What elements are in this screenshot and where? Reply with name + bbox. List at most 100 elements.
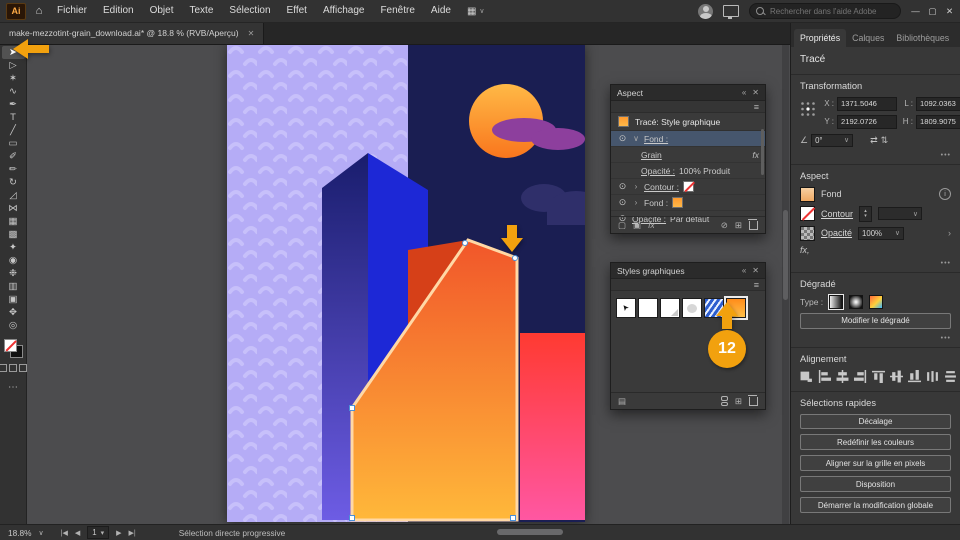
visibility-eye-icon[interactable]: ⊙ xyxy=(617,133,628,144)
menu-fichier[interactable]: Fichier xyxy=(49,0,95,22)
panel-menu-icon[interactable]: ≡ xyxy=(754,102,759,112)
appearance-row-stroke[interactable]: ⊙ › Contour : xyxy=(611,179,765,195)
canvas-vscrollbar-thumb[interactable] xyxy=(783,210,788,300)
rotation-angle-combo[interactable]: 0° ∨ xyxy=(811,133,854,147)
arrange-button[interactable]: Disposition xyxy=(800,476,951,493)
distribute-horizontal-icon[interactable] xyxy=(926,370,939,383)
blend-tool[interactable]: ◉ xyxy=(2,254,25,267)
expand-chevron-icon[interactable]: › xyxy=(632,198,640,207)
radial-gradient-icon[interactable] xyxy=(849,294,864,309)
tab-proprietes[interactable]: Propriétés xyxy=(794,29,847,47)
align-to-selection-icon[interactable] xyxy=(800,370,813,383)
graphic-style-swatch-1[interactable]: ➤ xyxy=(616,298,636,318)
help-search[interactable] xyxy=(749,3,901,19)
mesh-tool[interactable]: ▦ xyxy=(2,215,25,228)
fill-stroke-indicator[interactable] xyxy=(3,339,23,358)
type-tool[interactable]: T xyxy=(2,111,25,124)
add-effect-icon[interactable]: fx xyxy=(648,220,655,230)
graphic-style-swatch-4[interactable] xyxy=(682,298,702,318)
align-center-icon[interactable] xyxy=(836,369,849,383)
info-icon[interactable]: i xyxy=(939,188,951,201)
more-options-icon[interactable]: ••• xyxy=(800,152,951,159)
fill-orange-swatch[interactable] xyxy=(672,197,684,208)
fill-swatch[interactable] xyxy=(3,339,17,352)
previous-artboard-icon[interactable]: ◀ xyxy=(75,529,80,537)
monitor-icon[interactable] xyxy=(723,5,739,19)
paintbrush-tool[interactable]: ✐ xyxy=(2,150,25,163)
recolor-button[interactable]: Redéfinir les couleurs xyxy=(800,434,951,451)
maximize-button[interactable]: ▢ xyxy=(926,6,939,17)
menu-texte[interactable]: Texte xyxy=(182,0,222,22)
draw-inside-icon[interactable] xyxy=(19,364,27,372)
symbol-sprayer-tool[interactable]: ❉ xyxy=(2,267,25,280)
last-artboard-icon[interactable]: ▶| xyxy=(129,529,136,537)
align-left-icon[interactable] xyxy=(818,369,831,383)
graphic-style-swatch-2[interactable] xyxy=(638,298,658,318)
panel-menu-icon[interactable]: ≡ xyxy=(754,280,759,290)
scale-tool[interactable]: ◿ xyxy=(2,189,25,202)
stroke-weight-stepper[interactable]: ▴ ▾ xyxy=(859,205,873,222)
next-artboard-icon[interactable]: ▶ xyxy=(116,529,121,537)
account-avatar[interactable] xyxy=(698,3,713,19)
hand-tool[interactable]: ✥ xyxy=(2,306,25,319)
close-panel-icon[interactable]: ✕ xyxy=(752,88,759,97)
menu-effet[interactable]: Effet xyxy=(279,0,315,22)
appearance-row-grain-effect[interactable]: Grain fx xyxy=(611,147,765,163)
collapse-panel-icon[interactable]: « xyxy=(742,266,746,275)
flip-vertical-icon[interactable]: ⇅ xyxy=(881,135,889,146)
home-icon[interactable]: ⌂ xyxy=(29,5,49,17)
distribute-vertical-icon[interactable] xyxy=(944,370,957,383)
eyedropper-tool[interactable]: ✦ xyxy=(2,241,25,254)
visibility-eye-icon[interactable]: ⊙ xyxy=(617,197,628,208)
visibility-eye-icon[interactable]: ⊙ xyxy=(617,181,628,192)
draw-behind-icon[interactable] xyxy=(9,364,17,372)
draw-normal-icon[interactable] xyxy=(0,364,7,372)
x-input[interactable] xyxy=(837,96,897,111)
duplicate-item-icon[interactable]: ⊞ xyxy=(735,220,742,231)
clear-appearance-icon[interactable]: ⊘ xyxy=(721,220,728,231)
chevron-right-icon[interactable]: › xyxy=(948,228,951,238)
align-bottom-icon[interactable] xyxy=(908,369,921,383)
zoom-level[interactable]: 18.8% xyxy=(8,528,32,538)
width-tool[interactable]: ⋈ xyxy=(2,202,25,215)
graphic-style-swatch-3[interactable] xyxy=(660,298,680,318)
close-document-icon[interactable]: ✕ xyxy=(248,29,255,38)
reference-point-locator[interactable] xyxy=(800,101,816,117)
artboard-tool[interactable]: ▣ xyxy=(2,293,25,306)
new-stroke-icon[interactable]: ▢ xyxy=(618,220,626,231)
pen-tool[interactable]: ✒ xyxy=(2,98,25,111)
align-right-icon[interactable] xyxy=(854,369,867,383)
opacity-label[interactable]: Opacité xyxy=(821,228,852,238)
menu-aide[interactable]: Aide xyxy=(423,0,459,22)
menu-selection[interactable]: Sélection xyxy=(221,0,278,22)
line-segment-tool[interactable]: ╱ xyxy=(2,124,25,137)
more-options-icon[interactable]: ••• xyxy=(800,335,951,342)
fx-icon[interactable]: fx xyxy=(752,150,759,160)
chevron-down-icon[interactable]: ∨ xyxy=(39,529,44,537)
expand-chevron-icon[interactable]: › xyxy=(632,182,640,191)
align-top-icon[interactable] xyxy=(872,370,885,383)
canvas-hscrollbar-thumb[interactable] xyxy=(497,529,563,535)
appearance-row-opacity-1[interactable]: Opacité : 100% Produit xyxy=(611,163,765,179)
graphic-styles-titlebar[interactable]: Styles graphiques « ✕ xyxy=(611,263,765,279)
magic-wand-tool[interactable]: ✶ xyxy=(2,72,25,85)
graph-tool[interactable]: ▥ xyxy=(2,280,25,293)
y-input[interactable] xyxy=(837,114,897,129)
offset-button[interactable]: Décalage xyxy=(800,413,951,430)
delete-style-icon[interactable] xyxy=(748,394,758,406)
styles-library-icon[interactable]: ▤ xyxy=(618,396,626,407)
stroke-color-swatch[interactable] xyxy=(800,206,815,222)
appearance-row-fill-2[interactable]: ⊙ › Fond : xyxy=(611,195,765,211)
rotate-tool[interactable]: ↻ xyxy=(2,176,25,189)
new-style-icon[interactable]: ⊞ xyxy=(735,396,742,407)
draw-mode-buttons[interactable] xyxy=(0,364,27,372)
menu-edition[interactable]: Edition xyxy=(95,0,142,22)
delete-item-icon[interactable] xyxy=(748,218,758,230)
break-link-icon[interactable] xyxy=(720,396,728,406)
pencil-tool[interactable]: ✏ xyxy=(2,163,25,176)
stroke-none-swatch[interactable] xyxy=(682,181,694,192)
expand-chevron-icon[interactable]: ∨ xyxy=(632,134,640,143)
close-panel-icon[interactable]: ✕ xyxy=(752,266,759,275)
lasso-tool[interactable]: ∿ xyxy=(2,85,25,98)
linear-gradient-icon[interactable] xyxy=(828,293,845,310)
